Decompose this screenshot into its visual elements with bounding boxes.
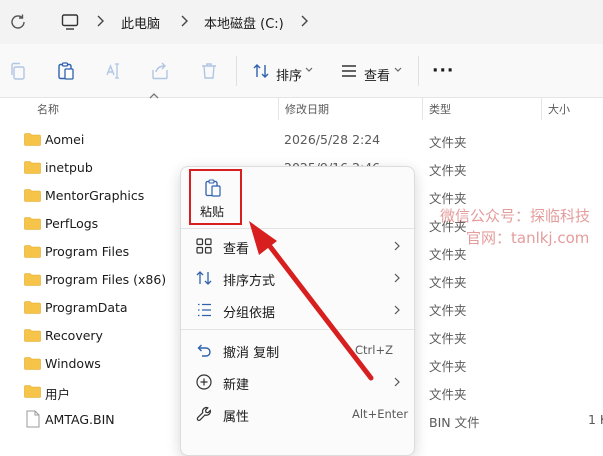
menu-item-label: 新建: [223, 378, 250, 393]
chevron-right-icon: [394, 377, 400, 387]
view-button[interactable]: 查看: [364, 65, 390, 84]
sort-button[interactable]: 排序: [276, 65, 302, 84]
add-circle-icon: [196, 374, 212, 390]
menu-separator: [181, 228, 416, 229]
menu-item-label: 排序方式: [223, 274, 276, 289]
watermark-line: 官网：tanlkj.com: [466, 229, 590, 247]
menu-item-label: 属性: [223, 410, 250, 425]
view-icon: [342, 65, 356, 77]
more-options-button[interactable]: ···: [432, 61, 454, 81]
chevron-right-icon: [394, 305, 400, 315]
file-name: 用户: [45, 387, 71, 402]
grid-view-icon: [196, 238, 212, 254]
toolbar-divider: [236, 56, 237, 86]
menu-item-label: 撤消 复制: [223, 346, 280, 361]
copy-icon[interactable]: [8, 61, 28, 81]
folder-icon: [24, 133, 41, 146]
folder-icon: [24, 329, 41, 342]
menu-item-label: 分组依据: [223, 306, 276, 321]
sort-icon: [253, 64, 269, 78]
address-bar: 此电脑 本地磁盘 (C:): [0, 0, 603, 44]
file-type: BIN 文件: [429, 415, 480, 430]
breadcrumb-chevron-icon: [97, 15, 104, 27]
this-pc-icon[interactable]: [60, 12, 80, 32]
chevron-down-icon: [394, 67, 402, 72]
file-name: PerfLogs: [45, 216, 99, 231]
file-type: 文件夹: [429, 135, 467, 150]
column-header: 名称 修改日期 类型 大小: [0, 98, 603, 120]
file-name: Program Files: [45, 244, 130, 259]
file-name: Windows: [45, 356, 101, 371]
file-type: 文件夹: [429, 303, 467, 318]
paste-icon: [205, 179, 221, 197]
column-modified[interactable]: 修改日期: [285, 101, 329, 117]
file-name: AMTAG.BIN: [45, 412, 115, 427]
delete-icon[interactable]: [199, 61, 219, 81]
folder-icon: [24, 385, 41, 398]
menu-item-properties[interactable]: 属性 Alt+Enter: [185, 399, 411, 429]
file-date: 2026/5/28 2:24: [284, 132, 381, 147]
menu-item-label: 查看: [223, 242, 250, 257]
folder-icon: [24, 189, 41, 202]
file-row[interactable]: Aomei 2026/5/28 2:24 文件夹: [0, 126, 603, 154]
menu-item-group-by[interactable]: 分组依据: [185, 295, 411, 325]
column-size[interactable]: 大小: [548, 101, 570, 117]
rename-icon[interactable]: [104, 61, 124, 81]
paste-label: 粘贴: [199, 205, 224, 219]
toolbar-divider: [418, 56, 419, 86]
menu-item-view[interactable]: 查看: [185, 231, 411, 261]
folder-icon: [24, 273, 41, 286]
menu-separator: [181, 329, 416, 330]
file-name: Aomei: [45, 132, 85, 147]
context-menu: 粘贴 查看 排序方式 分组依据 撤消 复制 Ctrl+Z 新建 属性 Alt+E…: [180, 166, 416, 456]
file-type: 文件夹: [429, 247, 467, 262]
paste-icon[interactable]: [56, 61, 76, 81]
folder-icon: [24, 245, 41, 258]
command-bar: 排序 查看 ···: [0, 44, 603, 98]
file-type: 文件夹: [429, 163, 467, 178]
file-name: inetpub: [45, 160, 93, 175]
menu-item-shortcut: Ctrl+Z: [355, 343, 393, 357]
paste-menu-button[interactable]: 粘贴: [188, 174, 236, 222]
file-name: Program Files (x86): [45, 272, 167, 287]
file-icon: [26, 410, 40, 428]
breadcrumb-local-disk[interactable]: 本地磁盘 (C:): [204, 13, 284, 32]
group-by-icon: [198, 303, 211, 317]
menu-item-undo-copy[interactable]: 撤消 复制 Ctrl+Z: [185, 335, 411, 365]
file-name: ProgramData: [45, 300, 128, 315]
wrench-icon: [196, 406, 211, 421]
file-size: 1 K: [588, 412, 603, 427]
folder-icon: [24, 217, 41, 230]
breadcrumb-chevron-icon: [181, 15, 188, 27]
chevron-right-icon: [394, 241, 400, 251]
breadcrumb-this-pc[interactable]: 此电脑: [121, 13, 160, 32]
file-type: 文件夹: [429, 387, 467, 402]
column-type[interactable]: 类型: [429, 101, 451, 117]
menu-item-sort-by[interactable]: 排序方式: [185, 263, 411, 293]
menu-item-shortcut: Alt+Enter: [352, 407, 409, 421]
share-icon[interactable]: [150, 61, 170, 81]
column-separator[interactable]: [422, 98, 423, 120]
chevron-right-icon: [394, 273, 400, 283]
column-separator[interactable]: [278, 98, 279, 120]
refresh-icon[interactable]: [8, 12, 28, 32]
chevron-down-icon: [305, 67, 313, 72]
folder-icon: [24, 357, 41, 370]
file-type: 文件夹: [429, 359, 467, 374]
file-name: MentorGraphics: [45, 188, 145, 203]
menu-item-new[interactable]: 新建: [185, 367, 411, 397]
breadcrumb-chevron-icon[interactable]: [298, 13, 310, 29]
sort-icon: [196, 271, 212, 285]
column-separator[interactable]: [541, 98, 542, 120]
folder-icon: [24, 301, 41, 314]
file-type: 文件夹: [429, 275, 467, 290]
column-name[interactable]: 名称: [37, 101, 59, 117]
file-type: 文件夹: [429, 331, 467, 346]
undo-icon: [197, 344, 211, 357]
file-name: Recovery: [45, 328, 103, 343]
watermark-line: 微信公众号：探临科技: [440, 207, 591, 225]
folder-icon: [24, 161, 41, 174]
